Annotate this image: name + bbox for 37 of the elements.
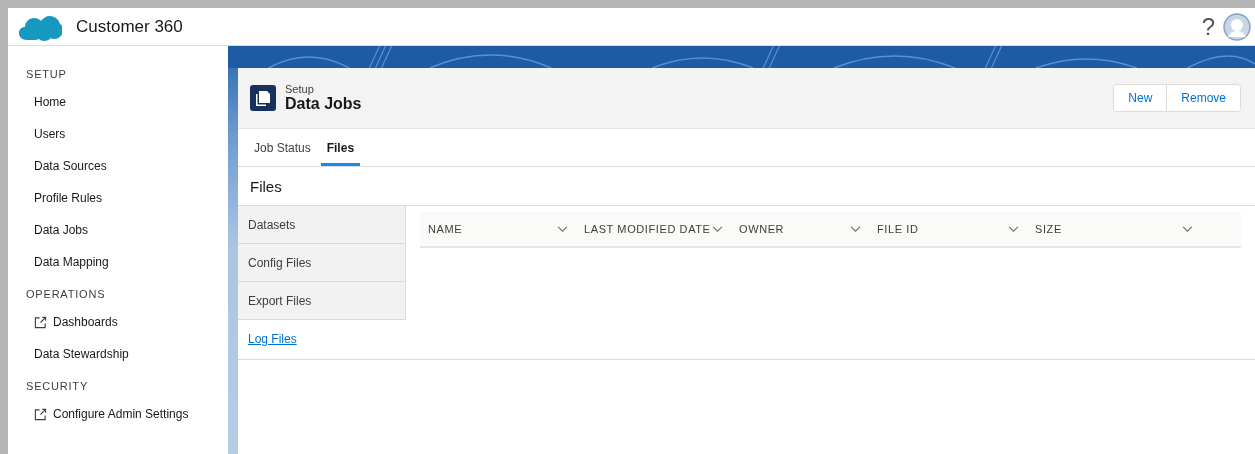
tab[interactable]: Files xyxy=(320,129,361,166)
help-button[interactable]: ? xyxy=(1201,12,1215,41)
page-title: Data Jobs xyxy=(285,95,362,113)
chevron-down-icon[interactable] xyxy=(1008,225,1019,233)
column-header: SIZE xyxy=(1035,223,1062,235)
section-heading: OPERATIONS xyxy=(25,287,106,302)
action-button[interactable]: Remove xyxy=(1166,85,1240,111)
column-header: LAST MODIFIED DATE xyxy=(584,223,711,235)
sidebar-item[interactable]: Data Mapping xyxy=(8,246,109,278)
sidebar-item[interactable]: Data Stewardship xyxy=(8,338,129,370)
sidebar-item[interactable]: Dashboards xyxy=(8,306,118,338)
file-nav-item[interactable]: Datasets xyxy=(238,206,406,244)
chevron-down-icon[interactable] xyxy=(557,225,568,233)
chevron-down-icon[interactable] xyxy=(712,225,723,233)
avatar-icon[interactable] xyxy=(1223,12,1251,41)
sidebar-item[interactable]: Data Sources xyxy=(8,150,107,182)
section-heading: SECURITY xyxy=(25,379,89,394)
sidebar-item[interactable]: Users xyxy=(8,118,66,150)
chevron-down-icon[interactable] xyxy=(1182,225,1193,233)
external-link-icon xyxy=(34,315,47,329)
file-nav-item[interactable]: Export Files xyxy=(238,282,406,320)
column-header: NAME xyxy=(428,223,463,235)
sidebar-item[interactable]: Home xyxy=(8,86,66,118)
section-heading: SETUP xyxy=(25,67,67,82)
app-title: Customer 360 xyxy=(76,16,183,37)
external-link-icon xyxy=(34,407,47,421)
sidebar-item[interactable]: Profile Rules xyxy=(8,182,103,214)
tab[interactable]: Job Status xyxy=(248,129,317,166)
sidebar-item[interactable]: Data Jobs xyxy=(8,214,89,246)
sidebar-item[interactable]: Configure Admin Settings xyxy=(8,398,189,430)
section-title: Files xyxy=(250,177,282,195)
documents-icon xyxy=(250,85,276,111)
column-header: OWNER xyxy=(739,223,785,235)
file-nav-item[interactable]: Config Files xyxy=(238,244,406,282)
chevron-down-icon[interactable] xyxy=(850,225,861,233)
page-eyebrow: Setup xyxy=(285,83,315,95)
column-header: FILE ID xyxy=(877,223,919,235)
